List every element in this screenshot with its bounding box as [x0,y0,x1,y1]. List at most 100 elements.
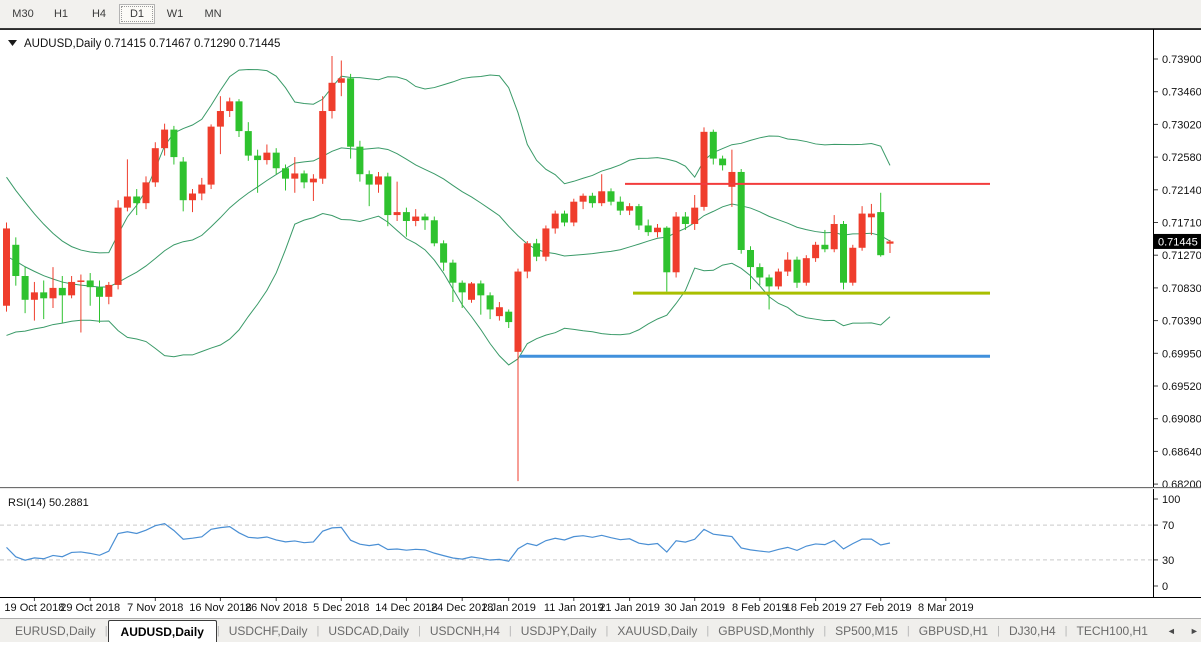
candle-down [440,243,447,262]
price-tick-label: 0.73020 [1162,119,1201,131]
date-tick-label: 19 Oct 2018 [4,602,64,614]
candle-down [170,130,177,157]
candle-up [189,194,196,201]
price-tick-label: 0.73460 [1162,87,1201,99]
candle-up [338,78,345,82]
candle-down [645,225,652,232]
tab-gbpusd-h1[interactable]: GBPUSD,H1 [910,619,997,642]
candle-down [273,153,280,169]
price-tick-label: 0.69950 [1162,348,1201,360]
timeframe-button-h4[interactable]: H4 [81,4,117,24]
candle-down [236,101,243,131]
candle-up [812,245,819,258]
candle-up [803,258,810,283]
candle-up [226,101,233,111]
candle-down [245,131,252,156]
tab-usdjpy-daily[interactable]: USDJPY,Daily [512,619,606,642]
candle-down [180,162,187,201]
date-tick-label: 26 Nov 2018 [245,602,307,614]
candle-up [552,214,559,229]
candle-up [673,217,680,273]
candle-down [403,212,410,221]
tab-tech100-h1[interactable]: TECH100,H1 [1068,619,1157,642]
tab-usdchf-daily[interactable]: USDCHF,Daily [220,619,317,642]
date-tick-label: 27 Feb 2019 [850,602,912,614]
candle-up [524,243,531,271]
tab-eurusd-daily[interactable]: EURUSD,Daily [6,619,105,642]
timeframe-button-w1[interactable]: W1 [157,4,193,24]
date-tick-label: 8 Mar 2019 [918,602,974,614]
rsi-scale-label: 30 [1162,555,1174,567]
timeframe-button-mn[interactable]: MN [195,4,231,24]
scroll-tabs-left-icon[interactable]: ◄ [1167,626,1176,636]
candle-down [431,220,438,243]
candle-up [598,191,605,203]
candle-up [124,196,131,207]
candle-down [794,260,801,283]
candle-down [766,277,773,286]
candle-down [384,176,391,215]
candle-down [533,243,540,256]
date-tick-label: 11 Jan 2019 [544,602,604,614]
candle-up [784,260,791,272]
candle-up [859,214,866,248]
candle-down [682,217,689,224]
candle-down [22,276,29,300]
candle-down [133,196,140,203]
candle-up [208,127,215,185]
candle-up [394,212,401,215]
tab-dj30-h4[interactable]: DJ30,H4 [1000,619,1065,642]
candle-up [701,132,708,207]
rsi-scale-label: 70 [1162,520,1174,532]
candle-up [77,280,84,282]
chart-window: AUDUSD,Daily 0.71415 0.71467 0.71290 0.7… [0,0,1201,642]
tab-sp500-m15[interactable]: SP500,M15 [826,619,907,642]
candle-up [868,214,875,218]
tab-xauusd-daily[interactable]: XAUUSD,Daily [608,619,706,642]
date-tick-label: 29 Oct 2018 [60,602,120,614]
timeframe-toolbar: M30H1H4D1W1MN [0,0,1201,29]
price-chart-canvas: AUDUSD,Daily 0.71415 0.71467 0.71290 0.7… [0,0,1201,642]
rsi-scale-label: 0 [1162,581,1168,593]
price-tick-label: 0.68640 [1162,446,1201,458]
tab-usdcnh-h4[interactable]: USDCNH,H4 [421,619,509,642]
candle-down [756,267,763,277]
candle-up [496,307,503,316]
candle-up [68,282,75,295]
candle-up [291,173,298,178]
candle-down [877,212,884,255]
timeframe-button-m30[interactable]: M30 [5,4,41,24]
candle-down [710,132,717,159]
candle-down [40,292,47,298]
candle-down [59,288,66,295]
candle-down [617,202,624,211]
tab-usdcad-daily[interactable]: USDCAD,Daily [319,619,418,642]
candle-up [570,202,577,223]
candle-down [301,173,308,182]
candle-down [821,245,828,249]
candle-down [747,250,754,267]
candle-up [375,176,382,184]
candle-up [580,196,587,202]
candle-down [840,224,847,283]
price-tick-label: 0.68200 [1162,479,1201,491]
date-tick-label: 16 Nov 2018 [189,602,251,614]
candle-up [412,217,419,221]
candle-down [282,168,289,178]
candle-down [12,245,19,276]
candle-up [691,208,698,224]
candle-up [542,228,549,256]
tab-audusd-daily[interactable]: AUDUSD,Daily [108,620,217,642]
rsi-scale-label: 100 [1162,494,1180,506]
candle-down [663,228,670,273]
timeframe-button-h1[interactable]: H1 [43,4,79,24]
candle-up [515,272,522,352]
candle-up [775,272,782,287]
date-tick-label: 18 Feb 2019 [785,602,847,614]
scroll-tabs-right-icon[interactable]: ► [1190,626,1199,636]
price-tick-label: 0.69520 [1162,381,1201,393]
tab-gbpusd-monthly[interactable]: GBPUSD,Monthly [709,619,823,642]
timeframe-button-d1[interactable]: D1 [119,4,155,24]
candle-up [143,182,150,203]
candle-down [87,280,94,287]
